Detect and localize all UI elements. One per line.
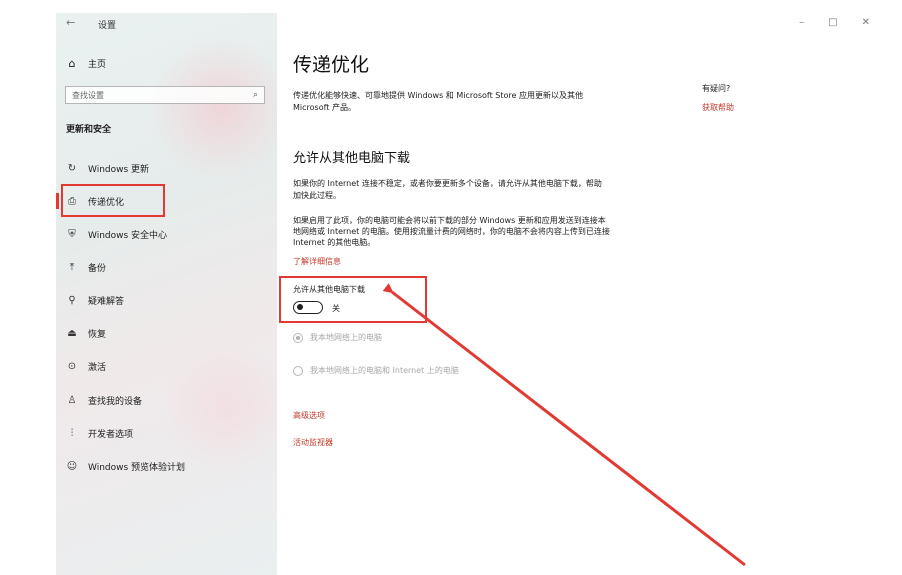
window-controls: – □ ✕ xyxy=(799,17,870,28)
search-icon: ⌕ xyxy=(252,90,258,100)
sidebar-item-label: 查找我的设备 xyxy=(88,396,143,407)
radio-local-network[interactable]: 我本地网络上的电脑 xyxy=(293,332,382,343)
sidebar-item-recovery[interactable]: ⏏ 恢复 xyxy=(66,324,106,342)
settings-window: ← 设置 ⌂ 主页 查找设置 ⌕ 更新和安全 ↻ Windows 更新 ⎙ 传递… xyxy=(56,13,902,575)
radio-label: 我本地网络上的电脑和 Internet 上的电脑 xyxy=(310,366,459,375)
find-device-icon: ♙ xyxy=(67,394,77,406)
annotation-highlight-box xyxy=(279,276,427,323)
sidebar-item-security[interactable]: ⛨ Windows 安全中心 xyxy=(66,225,167,243)
refresh-icon: ↻ xyxy=(67,162,77,174)
sidebar-item-label: Windows 预览体验计划 xyxy=(88,462,186,473)
developer-icon: ⫶ xyxy=(70,427,74,439)
sidebar-item-windows-update[interactable]: ↻ Windows 更新 xyxy=(66,159,149,177)
learn-more-link[interactable]: 了解详细信息 xyxy=(293,256,341,267)
sidebar: ← 设置 ⌂ 主页 查找设置 ⌕ 更新和安全 ↻ Windows 更新 ⎙ 传递… xyxy=(56,13,277,575)
home-icon: ⌂ xyxy=(68,57,76,70)
sidebar-item-activation[interactable]: ⊙ 激活 xyxy=(66,357,106,375)
sidebar-item-insider[interactable]: ☺ Windows 预览体验计划 xyxy=(66,457,185,475)
sidebar-item-label: 恢复 xyxy=(88,329,107,340)
section-label: 更新和安全 xyxy=(66,125,112,135)
wrench-icon: ⚲ xyxy=(68,294,76,306)
radio-local-and-internet[interactable]: 我本地网络上的电脑和 Internet 上的电脑 xyxy=(293,365,459,376)
sidebar-item-find-device[interactable]: ♙ 查找我的设备 xyxy=(66,391,143,409)
sidebar-item-label: 备份 xyxy=(88,263,107,274)
sidebar-item-label: Windows 安全中心 xyxy=(88,230,168,241)
maximize-button[interactable]: □ xyxy=(828,17,837,28)
back-arrow-icon[interactable]: ← xyxy=(66,16,75,29)
shield-icon: ⛨ xyxy=(68,228,76,240)
sidebar-item-label: 疑难解答 xyxy=(88,296,125,307)
get-help-link[interactable]: 获取帮助 xyxy=(702,102,734,113)
backup-icon: ⤒ xyxy=(69,261,75,273)
advanced-options-link[interactable]: 高级选项 xyxy=(293,410,325,421)
sidebar-item-label: 开发者选项 xyxy=(88,429,134,440)
radio-button xyxy=(293,365,303,376)
sidebar-item-label: 激活 xyxy=(88,362,107,373)
radio-button xyxy=(293,332,303,343)
page-title: 传递优化 xyxy=(293,54,370,76)
sidebar-home-label: 主页 xyxy=(88,60,107,70)
radio-label: 我本地网络上的电脑 xyxy=(310,333,382,342)
activity-monitor-link[interactable]: 活动监视器 xyxy=(293,437,333,448)
recovery-icon: ⏏ xyxy=(67,327,77,339)
section-subtitle: 允许从其他电脑下载 xyxy=(293,151,411,166)
info-paragraph-2: 如果启用了此项，你的电脑可能会将以前下载的部分 Windows 更新和应用发送到… xyxy=(293,216,610,247)
app-title: 设置 xyxy=(98,21,117,31)
help-heading: 有疑问? xyxy=(702,84,731,93)
sidebar-item-developer[interactable]: ⫶ 开发者选项 xyxy=(66,424,133,442)
sidebar-item-backup[interactable]: ⤒ 备份 xyxy=(66,258,106,276)
activation-icon: ⊙ xyxy=(67,360,77,372)
annotation-highlight-box xyxy=(61,184,165,217)
page-description: 传递优化能够快速、可靠地提供 Windows 和 Microsoft Store… xyxy=(293,91,583,112)
search-input[interactable]: 查找设置 ⌕ xyxy=(65,86,265,104)
sidebar-item-label: Windows 更新 xyxy=(88,164,150,175)
info-paragraph-1: 如果你的 Internet 连接不稳定，或者你要更新多个设备，请允许从其他电脑下… xyxy=(293,179,602,200)
close-button[interactable]: ✕ xyxy=(862,17,870,28)
minimize-button[interactable]: – xyxy=(799,17,804,28)
insider-icon: ☺ xyxy=(66,460,78,472)
sidebar-item-troubleshoot[interactable]: ⚲ 疑难解答 xyxy=(66,291,124,309)
sidebar-home[interactable]: ⌂ 主页 xyxy=(66,57,107,70)
selection-indicator xyxy=(56,193,59,209)
search-placeholder: 查找设置 xyxy=(72,90,104,100)
main-content: – □ ✕ 传递优化 传递优化能够快速、可靠地提供 Windows 和 Micr… xyxy=(277,13,902,575)
